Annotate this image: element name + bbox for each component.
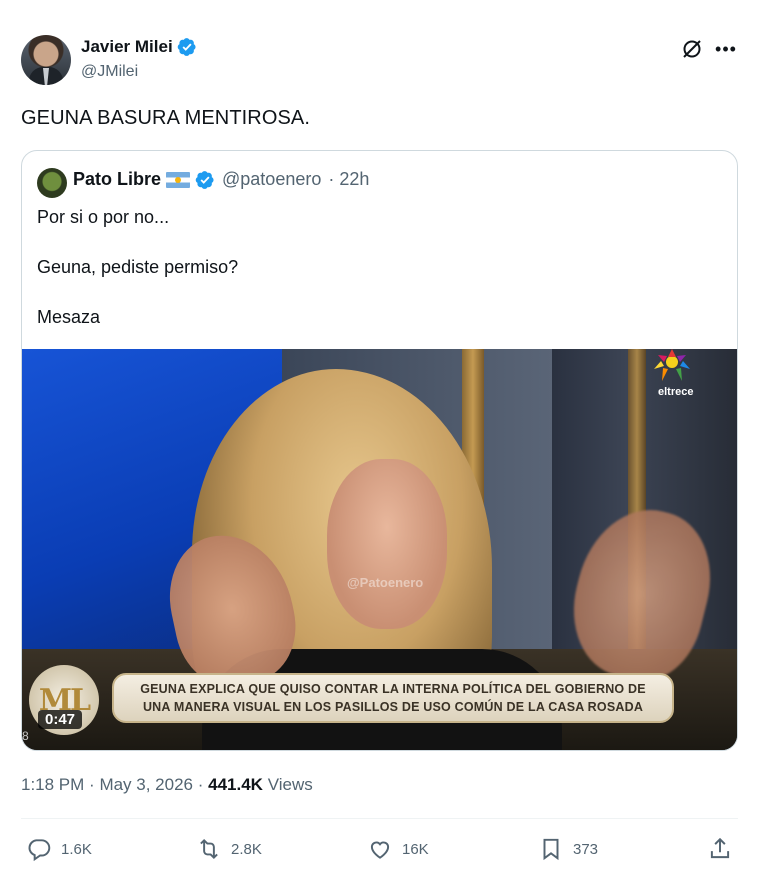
quoted-timestamp[interactable]: · 22h [328, 169, 369, 190]
divider [21, 818, 738, 819]
quoted-text-line: Geuna, pediste permiso? [37, 257, 239, 277]
like-count: 16K [402, 840, 429, 858]
like-button[interactable]: 16K [367, 836, 429, 862]
caption-line: GEUNA EXPLICA QUE QUISO CONTAR LA INTERN… [140, 682, 646, 696]
quoted-author-handle[interactable]: @patoenero [222, 169, 321, 190]
author-handle[interactable]: @JMilei [81, 63, 138, 81]
tweet-text: GEUNA BASURA MENTIROSA. [21, 107, 311, 129]
caption-line: UNA MANERA VISUAL EN LOS PASILLOS DE USO… [142, 700, 644, 714]
video-duration: 0:47 [38, 710, 83, 729]
meta-separator: · [197, 775, 209, 794]
verified-badge-icon [195, 170, 214, 189]
heart-icon [370, 841, 390, 859]
quoted-header: Pato Libre @patoenero · 22h [73, 169, 369, 190]
grok-icon[interactable] [680, 37, 704, 61]
channel-name: eltrece [658, 386, 694, 398]
quoted-text-line: Por si o por no... [37, 207, 170, 227]
views-count: 441.4K [208, 775, 263, 794]
more-options-icon[interactable]: ••• [714, 37, 738, 61]
tweet-meta: 1:18 PM · May 3, 2026 · 441.4K Views [21, 775, 313, 795]
eltrece-logo-icon [654, 349, 690, 381]
author-name[interactable]: Javier Milei [81, 37, 173, 57]
quoted-tweet[interactable]: Pato Libre @patoenero · 22h Por si o por… [21, 150, 738, 751]
reply-icon [28, 839, 51, 862]
video-corner-text: 8 [22, 729, 29, 743]
quoted-text-line: Mesaza [37, 307, 101, 327]
share-icon [710, 837, 730, 859]
tweet-date[interactable]: May 3, 2026 [99, 775, 193, 794]
verified-badge-icon [177, 38, 196, 56]
author-avatar[interactable] [21, 35, 71, 85]
repost-count: 2.8K [231, 840, 262, 858]
bookmark-count: 373 [573, 840, 599, 858]
repost-button[interactable]: 2.8K [196, 836, 262, 862]
video-person-face [327, 459, 447, 629]
share-button[interactable] [707, 836, 733, 862]
tweet-time[interactable]: 1:18 PM [21, 775, 84, 794]
tweet: Javier Milei @JMilei ••• GEUNA BASURA ME… [0, 0, 760, 879]
argentina-flag-icon [166, 171, 191, 188]
video-caption-banner: GEUNA EXPLICA QUE QUISO CONTAR LA INTERN… [112, 673, 674, 723]
author-name-row: Javier Milei [81, 37, 197, 57]
meta-separator: · [89, 775, 100, 794]
quoted-author-name[interactable]: Pato Libre [73, 169, 161, 190]
bookmark-icon [543, 838, 559, 861]
reply-count: 1.6K [61, 840, 92, 858]
video-watermark: @Patoenero [347, 575, 424, 590]
repost-icon [200, 838, 218, 860]
quoted-text: Por si o por no... Geuna, pediste permis… [37, 205, 238, 355]
quoted-avatar[interactable] [37, 168, 67, 198]
reply-button[interactable]: 1.6K [26, 836, 92, 862]
video-player[interactable]: @Patoenero eltrece ML GEUNA EXPLICA QUE … [22, 349, 737, 750]
views-label: Views [267, 775, 313, 794]
bookmark-button[interactable]: 373 [538, 836, 598, 862]
